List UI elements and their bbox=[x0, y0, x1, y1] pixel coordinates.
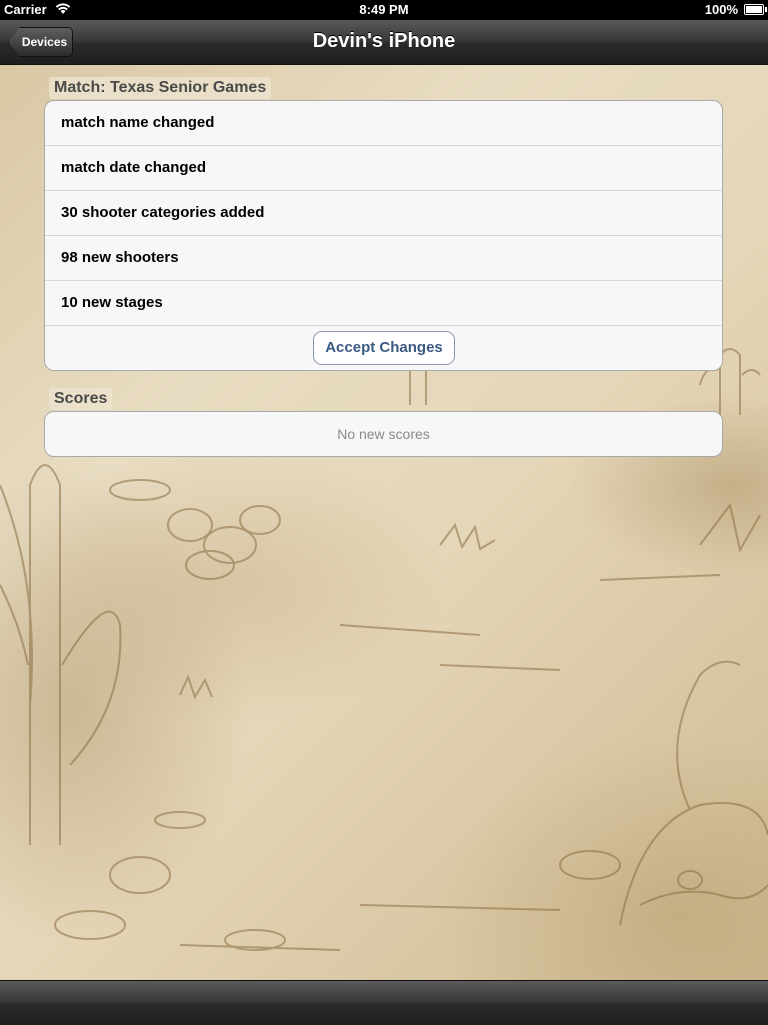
scores-group: No new scores bbox=[44, 411, 723, 457]
navigation-bar: Devices Devin's iPhone bbox=[0, 20, 768, 65]
list-item: 10 new stages bbox=[45, 281, 722, 326]
bottom-toolbar bbox=[0, 980, 768, 1025]
accept-changes-row: Accept Changes bbox=[45, 326, 722, 370]
battery-nub bbox=[765, 7, 767, 12]
list-item: 98 new shooters bbox=[45, 236, 722, 281]
battery-icon bbox=[744, 4, 764, 15]
status-bar: Carrier 8:49 PM 100% bbox=[0, 0, 768, 20]
list-item: match name changed bbox=[45, 101, 722, 146]
content-area: Match: Texas Senior Games match name cha… bbox=[0, 65, 768, 980]
status-time: 8:49 PM bbox=[359, 2, 409, 17]
list-item: 30 shooter categories added bbox=[45, 191, 722, 236]
scores-section-header: Scores bbox=[49, 388, 113, 410]
no-scores-message: No new scores bbox=[337, 426, 430, 442]
list-item: match date changed bbox=[45, 146, 722, 191]
battery-percent: 100% bbox=[704, 2, 738, 17]
accept-changes-button[interactable]: Accept Changes bbox=[313, 331, 455, 365]
match-changes-group: match name changed match date changed 30… bbox=[44, 100, 723, 371]
match-section-header: Match: Texas Senior Games bbox=[49, 77, 272, 99]
page-title: Devin's iPhone bbox=[312, 30, 456, 52]
